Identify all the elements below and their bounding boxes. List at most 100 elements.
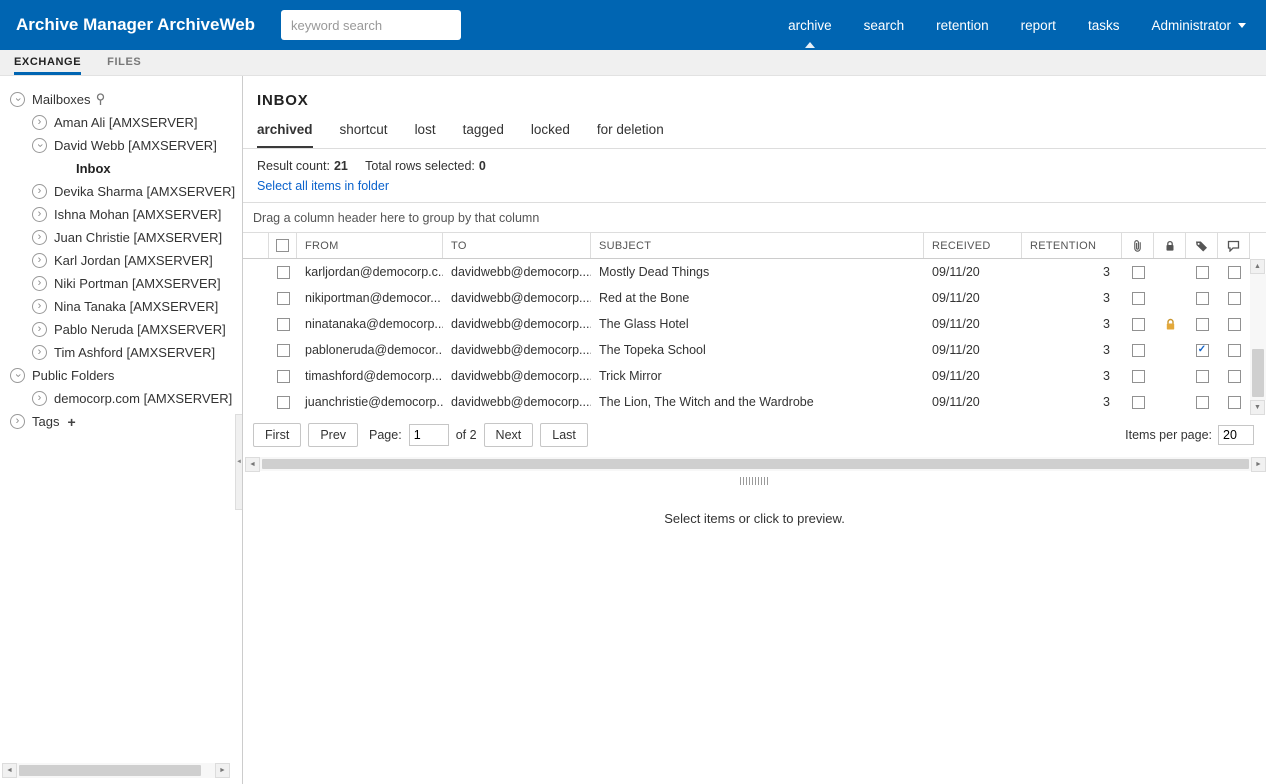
cell-subject[interactable]: Red at the Bone bbox=[591, 291, 924, 305]
prev-page-button[interactable]: Prev bbox=[308, 423, 359, 447]
comment-checkbox[interactable] bbox=[1227, 317, 1241, 331]
tab-files[interactable]: FILES bbox=[107, 50, 141, 75]
view-tab-for-deletion[interactable]: for deletion bbox=[597, 122, 664, 148]
view-tab-tagged[interactable]: tagged bbox=[463, 122, 504, 148]
row-select-checkbox[interactable] bbox=[276, 265, 290, 279]
column-header-retention[interactable]: RETENTION bbox=[1022, 233, 1122, 258]
cell-subject[interactable]: The Lion, The Witch and the Wardrobe bbox=[591, 395, 924, 409]
tree-item[interactable]: › Aman Ali [AMXSERVER] bbox=[0, 111, 242, 134]
tree-item[interactable]: Inbox bbox=[0, 157, 242, 180]
comment-checkbox[interactable] bbox=[1227, 343, 1241, 357]
table-horizontal-scrollbar[interactable]: ◄ ► bbox=[245, 457, 1266, 472]
add-tag-icon[interactable]: + bbox=[67, 414, 75, 430]
attachment-checkbox[interactable] bbox=[1131, 369, 1145, 383]
column-header-tag[interactable] bbox=[1186, 233, 1218, 258]
cell-subject[interactable]: The Glass Hotel bbox=[591, 317, 924, 331]
view-tab-lost[interactable]: lost bbox=[415, 122, 436, 148]
column-header-to[interactable]: TO bbox=[443, 233, 591, 258]
comment-checkbox[interactable] bbox=[1227, 395, 1241, 409]
row-select-checkbox[interactable] bbox=[276, 343, 290, 357]
column-header-received[interactable]: RECEIVED bbox=[924, 233, 1022, 258]
scroll-up-icon[interactable]: ▲ bbox=[1250, 259, 1265, 274]
tree-item[interactable]: › Public Folders bbox=[0, 364, 242, 387]
tag-checkbox[interactable]: ✓ bbox=[1195, 343, 1209, 357]
expand-icon[interactable]: › bbox=[32, 115, 47, 130]
items-per-page-input[interactable] bbox=[1218, 425, 1254, 445]
table-row[interactable]: juanchristie@democorp.... davidwebb@democ… bbox=[243, 389, 1250, 415]
first-page-button[interactable]: First bbox=[253, 423, 302, 447]
tree-item[interactable]: › Nina Tanaka [AMXSERVER] bbox=[0, 295, 242, 318]
tree-item[interactable]: › Juan Christie [AMXSERVER] bbox=[0, 226, 242, 249]
column-header-subject[interactable]: SUBJECT bbox=[591, 233, 924, 258]
sidebar-collapse-handle[interactable]: ◄ bbox=[235, 414, 242, 510]
tag-checkbox[interactable] bbox=[1195, 369, 1209, 383]
table-row[interactable]: timashford@democorp.... davidwebb@democor… bbox=[243, 363, 1250, 389]
scroll-left-icon[interactable]: ◄ bbox=[245, 457, 260, 472]
tree-item[interactable]: › Niki Portman [AMXSERVER] bbox=[0, 272, 242, 295]
expand-icon[interactable]: › bbox=[32, 184, 47, 199]
tree-item[interactable]: › Devika Sharma [AMXSERVER] bbox=[0, 180, 242, 203]
attachment-checkbox[interactable] bbox=[1131, 395, 1145, 409]
scroll-down-icon[interactable]: ▼ bbox=[1250, 400, 1265, 415]
table-row[interactable]: pabloneruda@democor... davidwebb@democorp… bbox=[243, 337, 1250, 363]
scroll-right-icon[interactable]: ► bbox=[1251, 457, 1266, 472]
sidebar-horizontal-scrollbar[interactable]: ◄ ► bbox=[2, 763, 230, 778]
table-row[interactable]: karljordan@democorp.c... davidwebb@democo… bbox=[243, 259, 1250, 285]
last-page-button[interactable]: Last bbox=[540, 423, 588, 447]
select-all-column-header[interactable] bbox=[269, 233, 297, 258]
tag-checkbox[interactable] bbox=[1195, 395, 1209, 409]
collapse-icon[interactable]: › bbox=[10, 368, 25, 383]
column-header-attachment[interactable] bbox=[1122, 233, 1154, 258]
table-row[interactable]: nikiportman@democor... davidwebb@democorp… bbox=[243, 285, 1250, 311]
tree-item[interactable]: › Mailboxes bbox=[0, 88, 242, 111]
tree-item[interactable]: › Pablo Neruda [AMXSERVER] bbox=[0, 318, 242, 341]
nav-tasks[interactable]: tasks bbox=[1088, 0, 1120, 50]
cell-subject[interactable]: Trick Mirror bbox=[591, 369, 924, 383]
attachment-checkbox[interactable] bbox=[1131, 265, 1145, 279]
tag-checkbox[interactable] bbox=[1195, 265, 1209, 279]
nav-archive[interactable]: archive bbox=[788, 0, 832, 50]
collapse-icon[interactable]: › bbox=[32, 138, 47, 153]
scrollbar-thumb[interactable] bbox=[19, 765, 202, 776]
scroll-right-icon[interactable]: ► bbox=[215, 763, 230, 778]
collapse-icon[interactable]: › bbox=[10, 92, 25, 107]
tree-item[interactable]: › Karl Jordan [AMXSERVER] bbox=[0, 249, 242, 272]
cell-subject[interactable]: The Topeka School bbox=[591, 343, 924, 357]
expand-icon[interactable]: › bbox=[10, 414, 25, 429]
row-select-checkbox[interactable] bbox=[276, 395, 290, 409]
expand-icon[interactable]: › bbox=[32, 391, 47, 406]
scroll-left-icon[interactable]: ◄ bbox=[2, 763, 17, 778]
expand-icon[interactable]: › bbox=[32, 322, 47, 337]
expand-icon[interactable]: › bbox=[32, 299, 47, 314]
select-all-checkbox[interactable] bbox=[276, 239, 289, 252]
expand-icon[interactable]: › bbox=[32, 207, 47, 222]
expand-icon[interactable]: › bbox=[32, 345, 47, 360]
scrollbar-thumb[interactable] bbox=[262, 459, 1249, 469]
attachment-checkbox[interactable] bbox=[1131, 291, 1145, 305]
next-page-button[interactable]: Next bbox=[483, 423, 534, 447]
view-tab-archived[interactable]: archived bbox=[257, 122, 313, 148]
nav-search[interactable]: search bbox=[864, 0, 905, 50]
expand-icon[interactable]: › bbox=[32, 230, 47, 245]
view-tab-shortcut[interactable]: shortcut bbox=[340, 122, 388, 148]
comment-checkbox[interactable] bbox=[1227, 369, 1241, 383]
row-select-checkbox[interactable] bbox=[276, 317, 290, 331]
select-all-items-link[interactable]: Select all items in folder bbox=[257, 179, 389, 193]
view-tab-locked[interactable]: locked bbox=[531, 122, 570, 148]
tree-item[interactable]: › Tags + bbox=[0, 410, 242, 433]
attachment-checkbox[interactable] bbox=[1131, 317, 1145, 331]
tree-item[interactable]: › David Webb [AMXSERVER] bbox=[0, 134, 242, 157]
page-input[interactable] bbox=[408, 424, 449, 446]
tree-item[interactable]: › Ishna Mohan [AMXSERVER] bbox=[0, 203, 242, 226]
column-header-comment[interactable] bbox=[1218, 233, 1250, 258]
tag-checkbox[interactable] bbox=[1195, 291, 1209, 305]
tag-checkbox[interactable] bbox=[1195, 317, 1209, 331]
tree-item[interactable]: › democorp.com [AMXSERVER] bbox=[0, 387, 242, 410]
table-vertical-scrollbar[interactable]: ▲ ▼ bbox=[1250, 259, 1266, 415]
keyword-search-input[interactable] bbox=[281, 10, 462, 40]
nav-retention[interactable]: retention bbox=[936, 0, 989, 50]
expand-icon[interactable]: › bbox=[32, 276, 47, 291]
attachment-checkbox[interactable] bbox=[1131, 343, 1145, 357]
expand-icon[interactable]: › bbox=[32, 253, 47, 268]
tree-item[interactable]: › Tim Ashford [AMXSERVER] bbox=[0, 341, 242, 364]
